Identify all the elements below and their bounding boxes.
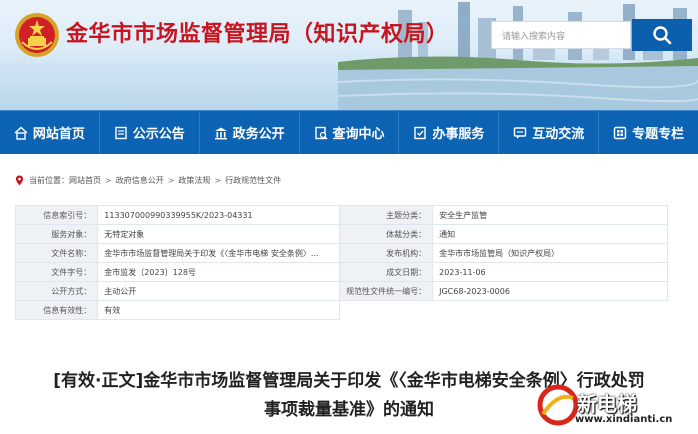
location-pin-icon [15,175,24,186]
site-header: 金华市市场监督管理局（知识产权局） 请输入搜索内容 [0,0,698,110]
empty-cell [433,301,668,320]
search-button[interactable] [632,19,692,51]
topic-icon [613,126,627,139]
nav-label: 查询中心 [332,127,385,142]
nav-item-government[interactable]: 政务公开 [200,111,300,154]
national-emblem-icon [15,13,59,57]
issuer-label: 发布机构： [339,243,434,263]
validity-value: 有效 [97,300,341,320]
document-info-table: 信息索引号： 113307000990339955K/2023-04331 主题… [14,205,668,320]
watermark-text: 新电梯 [577,392,637,416]
watermark: 新电梯 www.xindianti.cn [537,382,687,430]
table-row: 文件字号： 金市监发〔2023〕128号 成文日期： 2023-11-06 [14,262,668,282]
search-input[interactable]: 请输入搜索内容 [491,21,631,49]
breadcrumb-separator: > [214,176,222,185]
empty-cell [340,301,433,320]
site-title[interactable]: 金华市市场监督管理局（知识产权局） [66,16,449,48]
nav-item-home[interactable]: 网站首页 [0,111,100,154]
nav-label: 政务公开 [232,127,285,142]
main-nav: 网站首页 公示公告 政务公开 查询中心 办事服务 互动交流 专题专栏 [0,110,698,154]
nav-item-query[interactable]: 查询中心 [300,111,400,154]
breadcrumb-prefix: 当前位置： [29,176,69,185]
breadcrumb-separator: > [167,176,175,185]
breadcrumb-separator: > [105,176,112,185]
elevator-logo-icon [537,384,579,426]
index-label: 信息索引号： [14,205,99,225]
public-label: 公开方式： [14,281,99,301]
search-icon [653,26,672,45]
service-value: 无特定对象 [97,224,341,244]
doc-no-label: 文件字号： [14,262,99,282]
date-label: 成文日期： [339,262,434,282]
table-row: 服务对象： 无特定对象 体裁分类： 通知 [14,224,668,244]
public-value: 主动公开 [97,281,341,301]
doc-no-value: 金市监发〔2023〕128号 [97,262,341,282]
date-value: 2023-11-06 [432,262,668,282]
nav-item-interaction[interactable]: 互动交流 [499,111,600,154]
table-row: 信息索引号： 113307000990339955K/2023-04331 主题… [14,205,668,225]
code-value: JGC68-2023-0006 [432,281,668,301]
table-row: 信息有效性： 有效 [14,300,668,320]
nav-item-notice[interactable]: 公示公告 [100,111,200,154]
doc-name-value: 金华市市场监督管理局关于印发《〈金华市电梯 安全条例〉... [97,243,341,263]
breadcrumb-item-home[interactable]: 网站首页 [69,175,101,186]
government-icon [214,127,227,139]
article-content: 当前位置： 网站首页 > 政府信息公开 > 政策法规 > 行政规范性文件 信息索… [3,163,695,434]
nav-label: 互动交流 [532,127,585,142]
breadcrumb-item-policy[interactable]: 政策法规 [178,175,210,186]
doc-name-label: 文件名称： [14,243,99,263]
table-row: 文件名称： 金华市市场监督管理局关于印发《〈金华市电梯 安全条例〉... 发布机… [14,243,668,263]
index-value: 113307000990339955K/2023-04331 [97,205,341,225]
service-label: 服务对象： [14,224,99,244]
breadcrumb: 当前位置： 网站首页 > 政府信息公开 > 政策法规 > 行政规范性文件 [15,175,281,186]
genre-label: 体裁分类： [339,224,434,244]
nav-item-service[interactable]: 办事服务 [399,111,500,154]
interaction-icon [514,126,527,139]
nav-label: 公示公告 [132,127,185,142]
breadcrumb-item-gov-info[interactable]: 政府信息公开 [116,175,164,186]
service-icon [414,126,427,139]
nav-label: 网站首页 [32,127,85,142]
query-icon [314,126,327,139]
breadcrumb-item-normative[interactable]: 行政规范性文件 [225,175,281,186]
code-label: 规范性文件统一编号： [339,281,434,301]
nav-item-topic[interactable]: 专题专栏 [599,111,698,154]
nav-label: 办事服务 [432,127,485,142]
issuer-value: 金华市市场监管局（知识产权局） [432,243,668,263]
home-icon [14,125,28,140]
notice-icon [115,126,127,139]
validity-label: 信息有效性： [14,300,99,320]
topic-label: 主题分类： [339,205,434,225]
table-row: 公开方式： 主动公开 规范性文件统一编号： JGC68-2023-0006 [14,281,668,301]
topic-value: 安全生产监管 [432,205,668,225]
genre-value: 通知 [432,224,668,244]
watermark-url: www.xindianti.cn [575,414,673,425]
nav-label: 专题专栏 [632,127,685,142]
